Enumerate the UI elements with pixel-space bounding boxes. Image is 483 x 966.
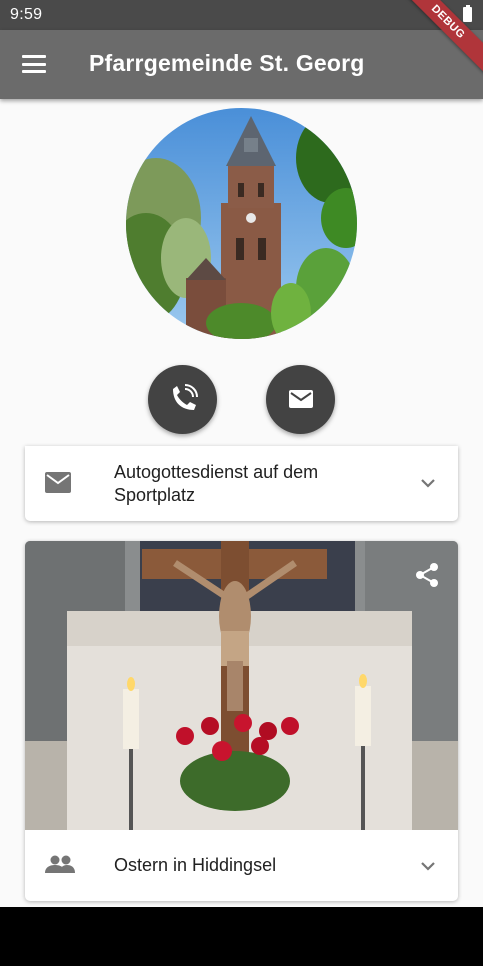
menu-icon[interactable] xyxy=(22,55,46,73)
app-bar: Pfarrgemeinde St. Georg xyxy=(0,30,483,99)
call-button[interactable] xyxy=(148,365,217,434)
app-screen: 9:59 DEBUG Pfarrgemeinde St. Georg Autog… xyxy=(0,0,483,907)
share-icon[interactable] xyxy=(414,562,440,588)
battery-icon xyxy=(463,5,472,22)
status-time: 9:59 xyxy=(10,6,43,23)
news-card-autogottesdienst[interactable]: Autogottesdienst auf dem Sportplatz xyxy=(25,446,458,521)
altar-photo xyxy=(25,541,458,830)
email-button[interactable] xyxy=(266,365,335,434)
mail-icon xyxy=(289,390,313,408)
card-title: Autogottesdienst auf dem Sportplatz xyxy=(114,462,319,505)
system-navigation-area xyxy=(0,907,483,966)
news-card-ostern[interactable]: Ostern in Hiddingsel xyxy=(25,541,458,901)
chevron-down-icon[interactable] xyxy=(420,478,436,488)
mail-icon xyxy=(45,472,71,493)
church-image xyxy=(126,108,357,339)
group-icon xyxy=(45,855,75,873)
chevron-down-icon[interactable] xyxy=(420,861,436,871)
card-title: Ostern in Hiddingsel xyxy=(114,855,277,875)
status-bar: 9:59 xyxy=(0,0,483,30)
phone-icon xyxy=(173,384,198,410)
church-photo-avatar xyxy=(126,108,357,339)
page-title: Pfarrgemeinde St. Georg xyxy=(89,50,365,76)
